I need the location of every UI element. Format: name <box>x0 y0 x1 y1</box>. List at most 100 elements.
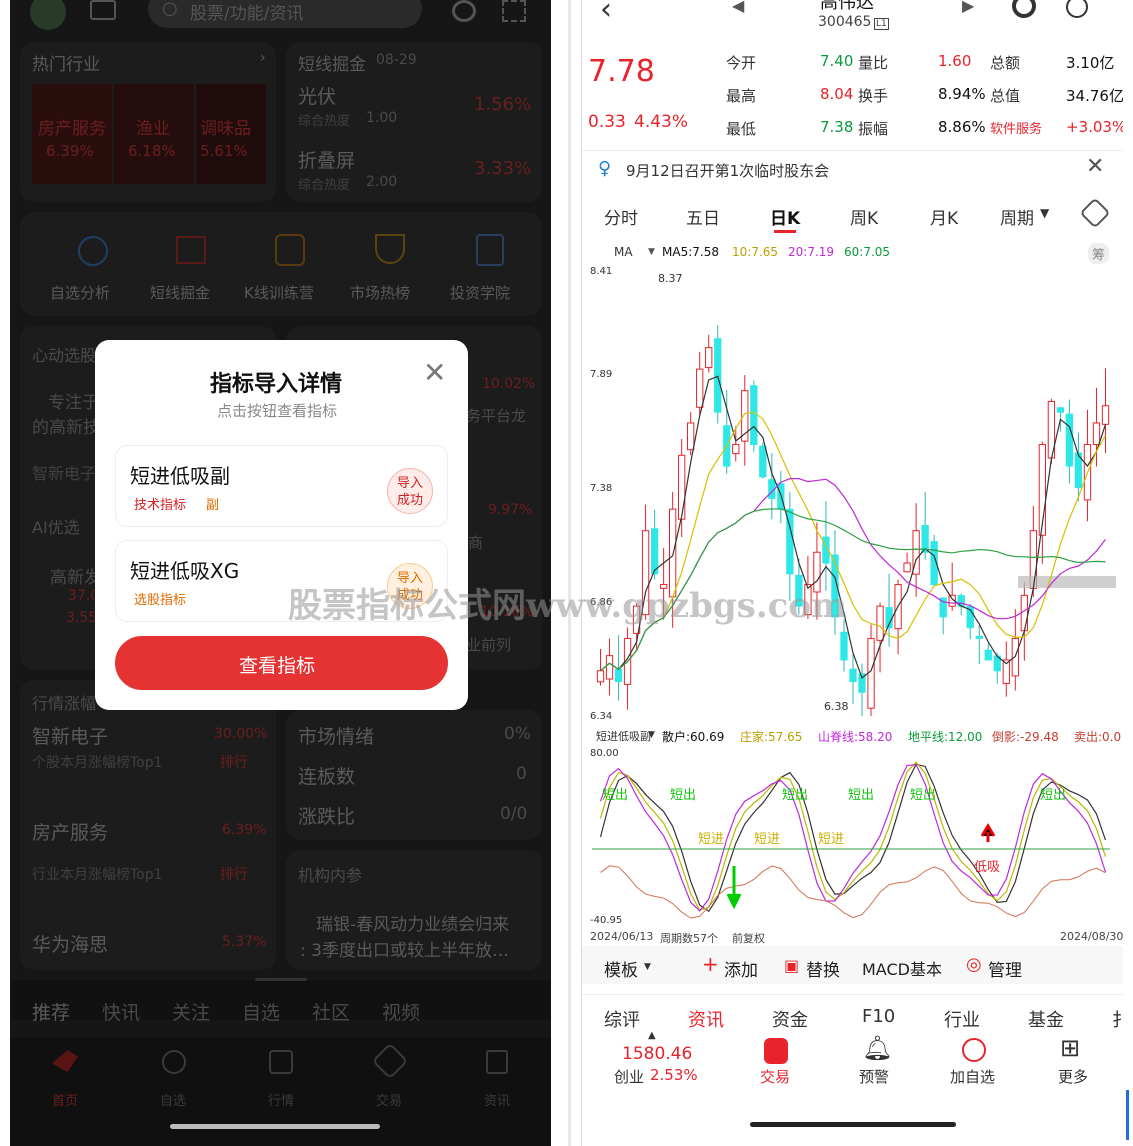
level-badge: L1 <box>874 18 889 30</box>
feed-tab[interactable]: 快讯 <box>102 998 140 1025</box>
heat-label: 综合热度 <box>298 114 351 129</box>
settings-hex-icon[interactable] <box>1079 197 1111 229</box>
nav-item-trade[interactable]: 交易 <box>376 1090 402 1109</box>
nav-item-home[interactable]: 首页 <box>52 1090 78 1109</box>
tool-label[interactable]: 短线掘金 <box>150 282 210 303</box>
more-button[interactable]: 更多 <box>1058 1066 1088 1087</box>
tab-monthly-k[interactable]: 月K <box>930 204 958 229</box>
tab-f10[interactable]: F10 <box>862 1006 895 1027</box>
short-line-card[interactable]: 短线掘金 08-29 光伏 综合热度 1.00 1.56% 折叠屏 综合热度 2… <box>286 42 542 202</box>
tab-more-cut[interactable]: 扌 <box>1112 1006 1123 1032</box>
feed-tab[interactable]: 社区 <box>312 998 350 1025</box>
ma-label[interactable]: MA <box>614 245 633 259</box>
tool-label[interactable]: 自选分析 <box>50 282 110 303</box>
prev-stock-icon[interactable]: ◀ <box>732 0 744 15</box>
industry-tile[interactable]: 渔业 6.18% <box>114 84 194 184</box>
quote-label: 换手 <box>858 87 889 105</box>
tool-label[interactable]: 投资学院 <box>450 282 510 303</box>
alert-button[interactable]: 预警 <box>859 1066 889 1087</box>
candle <box>696 368 704 408</box>
replace-icon: ▣ <box>784 956 800 975</box>
tab-overview[interactable]: 综评 <box>604 1006 640 1032</box>
chip-button[interactable]: 筹 <box>1088 243 1110 264</box>
candle <box>759 445 767 478</box>
hot-industry-card[interactable]: 热门行业 › 房产服务 6.39% 渔业 6.18% 调味品 5.61% <box>20 42 276 202</box>
feed-tab[interactable]: 关注 <box>172 998 210 1025</box>
feed-tab[interactable]: 自选 <box>242 998 280 1025</box>
grid-icon: ⊞ <box>1060 1034 1081 1062</box>
search-bar[interactable]: ○ 股票/功能/资讯 <box>148 0 422 28</box>
scan-icon[interactable] <box>502 0 526 22</box>
tab-daily-k[interactable]: 日K <box>770 204 800 229</box>
rank-tag[interactable]: 排行 <box>220 752 248 772</box>
tab-intraday[interactable]: 分时 <box>604 204 638 229</box>
replace-button[interactable]: 替换 <box>806 956 840 981</box>
dialog-title: 指标导入详情 <box>210 372 343 397</box>
nav-item-news[interactable]: 资讯 <box>484 1090 510 1109</box>
candle <box>849 668 857 683</box>
candle <box>903 562 911 573</box>
notice-text[interactable]: 9月12日召开第1次临时股东会 <box>626 160 829 181</box>
indicator-item[interactable]: 短进低吸副 技术指标 副 导入 成功 <box>115 445 448 527</box>
next-stock-icon[interactable]: ▶ <box>962 0 974 15</box>
mail-icon[interactable] <box>90 0 116 20</box>
tab-funds[interactable]: 资金 <box>772 1006 808 1032</box>
quote-value: 1.60 <box>938 52 972 70</box>
divider <box>582 994 1123 995</box>
feed-tab[interactable]: 推荐 <box>32 998 70 1025</box>
bg-text: 的高新技 <box>32 418 100 438</box>
industry-tile[interactable]: 房产服务 6.39% <box>32 84 112 184</box>
tab-fund[interactable]: 基金 <box>1028 1006 1064 1032</box>
k-icon <box>275 234 305 266</box>
candle <box>596 670 605 683</box>
tool-label[interactable]: K线训练营 <box>244 282 314 303</box>
chart-plus-icon <box>78 236 108 266</box>
rank-tag[interactable]: 排行 <box>220 864 248 884</box>
up-arrow-icon: ▲ <box>648 1030 656 1041</box>
feed-tab[interactable]: 视频 <box>382 998 420 1025</box>
ind-shanji: 山脊线:58.20 <box>818 730 893 744</box>
tab-industry[interactable]: 行业 <box>944 1006 980 1032</box>
industry-tile[interactable]: 调味品 5.61% <box>196 84 266 184</box>
drag-handle[interactable] <box>255 978 307 981</box>
tab-weekly-k[interactable]: 周K <box>850 204 878 229</box>
quote-label: 振幅 <box>858 120 889 138</box>
candle <box>1020 594 1028 632</box>
nav-item-watchlist[interactable]: 自选 <box>160 1090 186 1109</box>
headset-icon[interactable] <box>452 0 476 22</box>
bg-text: 高新发 <box>50 568 101 588</box>
indicator-type: 技术指标 <box>134 498 187 513</box>
index-value[interactable]: 1580.46 <box>622 1044 692 1064</box>
back-icon[interactable]: ‹ <box>600 0 612 27</box>
industry-name: 房产服务 <box>38 119 106 139</box>
add-watchlist-icon <box>962 1038 986 1062</box>
add-button[interactable]: 添加 <box>724 956 758 981</box>
indicator-name[interactable]: 短进低吸副 <box>596 728 651 744</box>
easel-icon <box>176 236 206 264</box>
close-notice-icon[interactable]: ✕ <box>1086 154 1104 179</box>
signal-label: 短出 <box>670 788 697 803</box>
quote-label: 今开 <box>726 54 757 72</box>
add-watchlist-button[interactable]: 加自选 <box>950 1066 995 1087</box>
avatar[interactable] <box>30 0 66 30</box>
close-icon[interactable]: ✕ <box>423 356 446 389</box>
manage-button[interactable]: 管理 <box>988 956 1022 981</box>
stock-name: 高伟达 <box>820 0 874 13</box>
candle <box>840 631 848 661</box>
heat-label: 综合热度 <box>298 178 351 193</box>
headset-icon[interactable] <box>1012 0 1036 18</box>
dialog-subtitle: 点击按钮查看指标 <box>217 402 338 420</box>
tool-label[interactable]: 市场热榜 <box>350 282 410 303</box>
search-icon[interactable] <box>1066 0 1088 18</box>
tab-five-day[interactable]: 五日 <box>686 204 720 229</box>
macd-button[interactable]: MACD基本 <box>862 956 942 980</box>
nav-item-market[interactable]: 行情 <box>268 1090 294 1109</box>
stock-code: 300465 <box>818 14 872 30</box>
tab-period[interactable]: 周期 <box>1000 204 1034 229</box>
template-button[interactable]: 模板 <box>604 956 638 981</box>
tab-news[interactable]: 资讯 <box>688 1006 724 1032</box>
view-indicator-button[interactable]: 查看指标 <box>115 636 448 690</box>
signal-label: 短进 <box>698 832 725 847</box>
trade-button[interactable]: 交易 <box>760 1066 790 1087</box>
bg-value: 9.97% <box>488 502 533 518</box>
